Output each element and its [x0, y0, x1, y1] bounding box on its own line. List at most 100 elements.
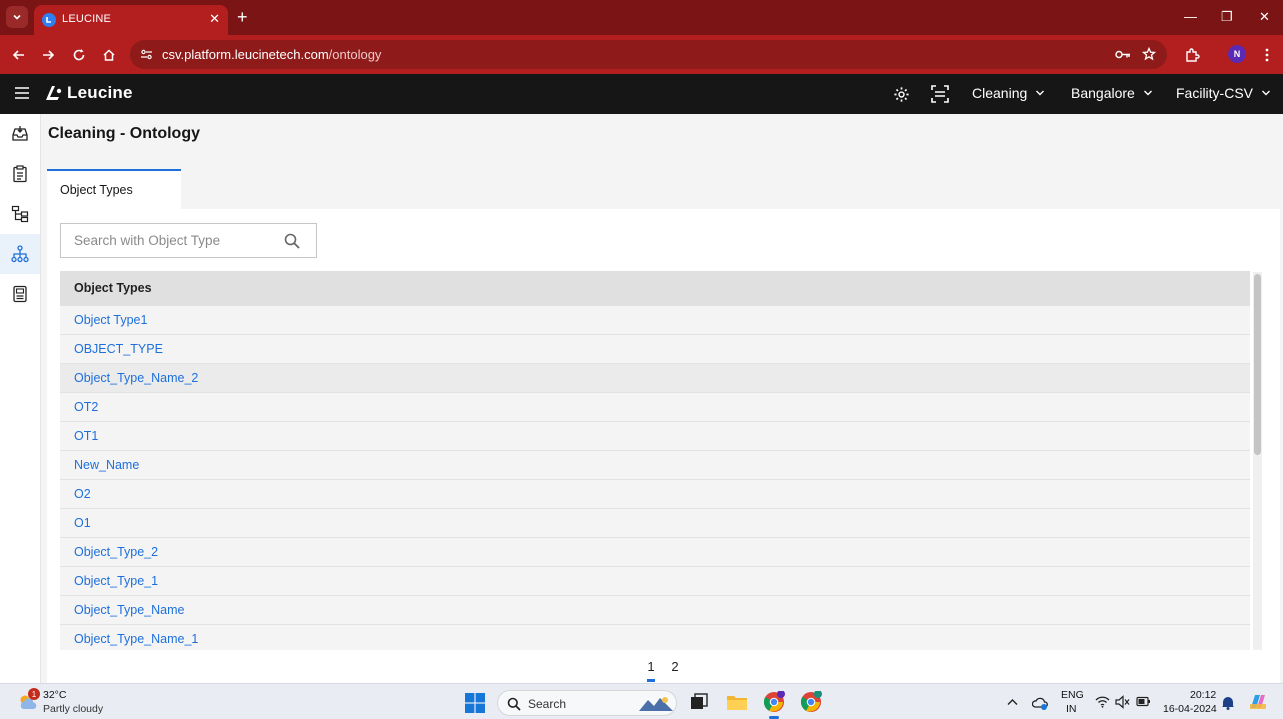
clipboard-icon — [13, 165, 27, 183]
reload-button[interactable] — [69, 45, 89, 65]
chrome-profile-icon[interactable] — [800, 691, 822, 713]
nav-inbox[interactable] — [0, 114, 40, 154]
table-row: O1 — [60, 509, 1250, 538]
object-type-link[interactable]: OBJECT_TYPE — [74, 342, 163, 356]
reload-icon — [73, 49, 85, 61]
object-type-link[interactable]: OT1 — [74, 429, 98, 443]
object-type-link[interactable]: New_Name — [74, 458, 139, 472]
site-settings-icon[interactable] — [140, 48, 153, 61]
object-type-link[interactable]: Object_Type_2 — [74, 545, 158, 559]
object-types-table: Object Types Object Type1 OBJECT_TYPE Ob… — [60, 271, 1250, 650]
search-icon[interactable] — [284, 233, 300, 249]
hamburger-menu-icon[interactable] — [14, 86, 30, 100]
address-bar[interactable]: csv.platform.leucinetech.com/ontology — [130, 40, 1167, 69]
page-2-button[interactable]: 2 — [667, 659, 683, 674]
scan-button[interactable] — [930, 84, 950, 104]
app-header: Leucine Cleaning Bangalore Facility-CSV — [0, 74, 1283, 114]
object-types-panel: Object Types Object Type1 OBJECT_TYPE Ob… — [47, 209, 1280, 683]
tab-object-types[interactable]: Object Types — [47, 169, 181, 209]
scan-icon — [931, 85, 949, 103]
object-type-link[interactable]: Object_Type_Name_2 — [74, 371, 198, 385]
object-type-link[interactable]: O1 — [74, 516, 91, 530]
wifi-icon[interactable] — [1095, 696, 1110, 708]
copilot-icon[interactable] — [1248, 692, 1268, 712]
taskbar-search[interactable]: Search — [497, 690, 677, 716]
chevron-down-icon — [1036, 90, 1045, 96]
search-icon — [507, 697, 521, 711]
table-row: Object_Type_1 — [60, 567, 1250, 596]
region-code[interactable]: IN — [1066, 703, 1077, 715]
table-row: New_Name — [60, 451, 1250, 480]
weather-condition[interactable]: Partly cloudy — [43, 703, 103, 715]
nav-checklists[interactable] — [0, 154, 40, 194]
new-tab-button[interactable]: + — [237, 8, 248, 26]
nav-ontology[interactable] — [0, 234, 40, 274]
windows-taskbar: 1 32°C Partly cloudy Search ENG IN 20:12… — [0, 683, 1283, 719]
brand-name: Leucine — [67, 83, 133, 102]
object-type-link[interactable]: O2 — [74, 487, 91, 501]
page-title: Cleaning - Ontology — [48, 125, 200, 142]
onedrive-icon[interactable] — [1032, 695, 1048, 711]
home-icon — [103, 49, 115, 61]
language-code[interactable]: ENG — [1061, 689, 1084, 701]
minimize-icon[interactable]: — — [1184, 9, 1197, 24]
home-button[interactable] — [99, 45, 119, 65]
clock-date[interactable]: 16-04-2024 — [1163, 703, 1217, 715]
puzzle-icon — [1185, 47, 1200, 62]
settings-button[interactable] — [891, 84, 911, 104]
gear-icon — [893, 86, 909, 102]
table-row: OBJECT_TYPE — [60, 335, 1250, 364]
facility-label: Facility-CSV — [1176, 85, 1254, 101]
page-1-button[interactable]: 1 — [643, 659, 659, 674]
use-case-label: Cleaning — [972, 85, 1028, 101]
tab-strip: LEUCINE ✕ + — ❐ ✕ — [0, 0, 1283, 35]
star-icon[interactable] — [1142, 47, 1156, 61]
tab-label: Object Types — [60, 183, 133, 197]
object-type-link[interactable]: Object_Type_Name — [74, 603, 184, 617]
object-type-link[interactable]: OT2 — [74, 400, 98, 414]
tab-search-button[interactable] — [6, 6, 28, 28]
task-view-icon[interactable] — [688, 691, 710, 713]
browser-tab[interactable]: LEUCINE ✕ — [34, 5, 228, 35]
facility-dropdown[interactable]: Facility-CSV — [1176, 85, 1271, 101]
location-dropdown[interactable]: Bangalore — [1071, 85, 1153, 101]
url-text: csv.platform.leucinetech.com/ontology — [162, 47, 382, 62]
nav-reports[interactable] — [0, 274, 40, 314]
speaker-muted-icon[interactable] — [1115, 695, 1130, 709]
use-case-dropdown[interactable]: Cleaning — [972, 85, 1045, 101]
battery-icon[interactable] — [1136, 696, 1151, 707]
table-scrollbar[interactable] — [1253, 272, 1262, 650]
table-row: Object_Type_2 — [60, 538, 1250, 567]
file-explorer-icon[interactable] — [726, 691, 748, 713]
inbox-icon — [12, 126, 28, 141]
window-close-icon[interactable]: ✕ — [1259, 9, 1270, 25]
weather-temperature[interactable]: 32°C — [43, 689, 66, 701]
key-icon[interactable] — [1115, 48, 1131, 61]
notification-bell-icon[interactable] — [1221, 695, 1235, 710]
back-button[interactable] — [9, 45, 29, 65]
chevron-down-icon — [13, 14, 21, 20]
leucine-logo-icon — [46, 86, 62, 100]
forward-button[interactable] — [38, 45, 58, 65]
profile-avatar[interactable]: N — [1228, 45, 1246, 63]
windows-start-icon[interactable] — [465, 693, 485, 713]
brand-logo[interactable]: Leucine — [43, 83, 133, 103]
browser-menu-button[interactable] — [1257, 45, 1277, 65]
restore-icon[interactable]: ❐ — [1221, 9, 1233, 25]
chevron-up-icon[interactable] — [1007, 698, 1018, 706]
browser-toolbar: csv.platform.leucinetech.com/ontology N — [0, 35, 1283, 74]
object-type-link[interactable]: Object_Type_Name_1 — [74, 632, 198, 646]
ontology-tree-icon — [11, 245, 29, 263]
scrollbar-thumb[interactable] — [1254, 274, 1261, 455]
search-input[interactable] — [61, 224, 281, 257]
extensions-button[interactable] — [1182, 45, 1202, 65]
object-type-link[interactable]: Object Type1 — [74, 313, 147, 327]
chrome-icon[interactable] — [763, 691, 785, 713]
close-tab-icon[interactable]: ✕ — [209, 11, 220, 27]
object-type-link[interactable]: Object_Type_1 — [74, 574, 158, 588]
table-row: Object_Type_Name — [60, 596, 1250, 625]
column-header-object-types: Object Types — [74, 281, 152, 295]
location-label: Bangalore — [1071, 85, 1135, 101]
nav-processes[interactable] — [0, 194, 40, 234]
clock-time[interactable]: 20:12 — [1190, 689, 1216, 701]
